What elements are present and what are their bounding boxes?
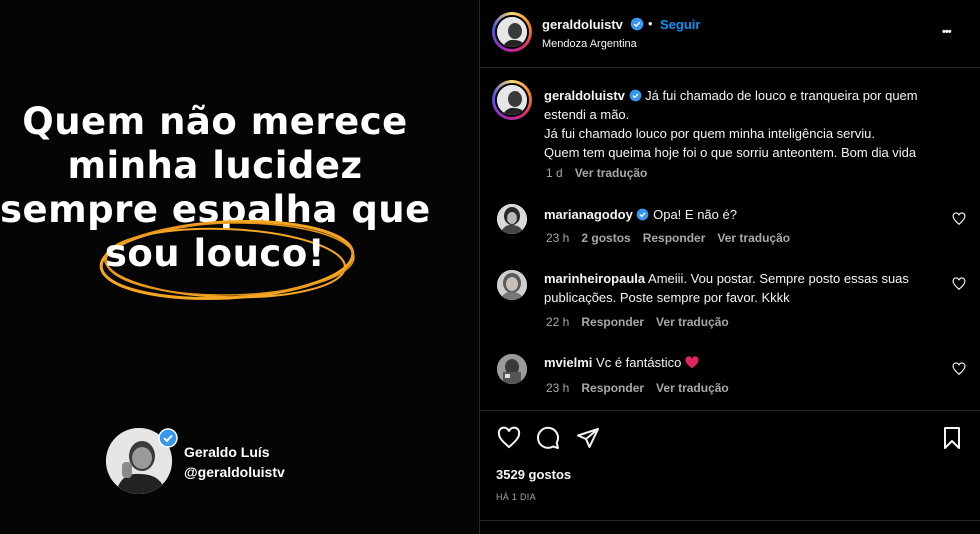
comment-username[interactable]: marianagodoy (544, 207, 633, 222)
caption-line-1: Já fui chamado de louco e tranqueira por… (645, 88, 918, 103)
actions-divider (480, 410, 980, 411)
comment-body-line-1: Ameiii. Vou postar. Sempre posto essas s… (648, 271, 909, 286)
reply-button[interactable]: Responder (643, 231, 706, 245)
commenter-avatar[interactable] (497, 354, 527, 384)
comment-body-line-2: publicações. Poste sempre por favor. Kkk… (544, 290, 790, 305)
comment-text: marianagodoy Opa! E não é? (544, 205, 944, 224)
caption-avatar[interactable] (495, 83, 529, 117)
quote-line-2: minha lucidez (67, 144, 363, 187)
post-image[interactable]: Quem não merece minha lucidez sempre esp… (0, 0, 478, 534)
card-name: Geraldo Luís (184, 444, 270, 460)
comment-time[interactable]: 22 h (546, 315, 569, 329)
profile-card: Geraldo Luís @geraldoluistv (106, 428, 366, 496)
verified-icon (629, 89, 641, 102)
caption-line-2: estendi a mão. (544, 107, 630, 122)
bottom-divider (480, 520, 980, 521)
translate-button[interactable]: Ver tradução (717, 231, 790, 245)
posted-time: HÁ 1 DIA (496, 492, 536, 502)
person-icon (497, 354, 527, 384)
comment-time[interactable]: 23 h (546, 231, 569, 245)
commenter-avatar[interactable] (497, 270, 527, 300)
header-username[interactable]: geraldoluistv (542, 17, 623, 32)
story-ring[interactable] (492, 80, 532, 120)
comment-text: mvielmi Vc é fantástico (544, 353, 944, 372)
comment-meta: 22 h Responder Ver tradução (546, 315, 741, 329)
location-link[interactable]: Mendoza Argentina (542, 38, 637, 50)
caption-time[interactable]: 1 d (546, 166, 563, 180)
caption-meta: 1 d Ver tradução (546, 166, 659, 180)
comment-body: Opa! E não é? (653, 207, 737, 222)
person-icon (497, 204, 527, 234)
more-options-button[interactable]: ••• (942, 26, 952, 38)
separator-dot: • (648, 16, 653, 31)
comment-likes[interactable]: 2 gostos (581, 231, 630, 245)
caption-username[interactable]: geraldoluistv (544, 88, 625, 103)
verified-icon (158, 428, 178, 448)
save-bookmark-icon[interactable] (941, 426, 963, 450)
red-heart-emoji-icon (685, 356, 699, 369)
like-comment-heart-icon[interactable] (952, 277, 966, 291)
comment-text: marinheiropaula Ameiii. Vou postar. Semp… (544, 269, 944, 307)
comment-meta: 23 h Responder Ver tradução (546, 381, 741, 395)
reply-button[interactable]: Responder (581, 315, 644, 329)
caption-text: geraldoluistv Já fui chamado de louco e … (544, 86, 964, 162)
post-side-panel: geraldoluistv • Seguir Mendoza Argentina… (479, 0, 980, 534)
share-paper-plane-icon[interactable] (576, 426, 600, 450)
comment-username[interactable]: mvielmi (544, 355, 592, 370)
quote-line-1: Quem não merece (22, 100, 408, 143)
like-comment-heart-icon[interactable] (952, 212, 966, 226)
like-comment-heart-icon[interactable] (952, 362, 966, 376)
comment-meta: 23 h 2 gostos Responder Ver tradução (546, 231, 802, 245)
person-icon (497, 270, 527, 300)
card-handle: @geraldoluistv (184, 464, 285, 480)
person-icon (497, 85, 527, 115)
story-ring[interactable] (492, 12, 532, 52)
quote-line-4: sou louco! (104, 232, 326, 275)
verified-icon (630, 17, 644, 31)
comment-body: Vc é fantástico (596, 355, 682, 370)
likes-count[interactable]: 3529 gostos (496, 467, 571, 482)
comment-time[interactable]: 23 h (546, 381, 569, 395)
caption-line-4: Quem tem queima hoje foi o que sorriu an… (544, 145, 917, 160)
commenter-avatar[interactable] (497, 204, 527, 234)
author-avatar[interactable] (495, 15, 529, 49)
verified-icon (637, 208, 649, 221)
reply-button[interactable]: Responder (581, 381, 644, 395)
translate-button[interactable]: Ver tradução (575, 166, 648, 180)
comment-username[interactable]: marinheiropaula (544, 271, 645, 286)
translate-button[interactable]: Ver tradução (656, 315, 729, 329)
follow-button[interactable]: Seguir (660, 17, 700, 32)
like-heart-icon[interactable] (496, 426, 522, 450)
translate-button[interactable]: Ver tradução (656, 381, 729, 395)
person-icon (497, 17, 527, 47)
caption-line-3: Já fui chamado louco por quem minha inte… (544, 126, 875, 141)
header-divider (480, 67, 980, 68)
comment-bubble-icon[interactable] (536, 426, 560, 450)
